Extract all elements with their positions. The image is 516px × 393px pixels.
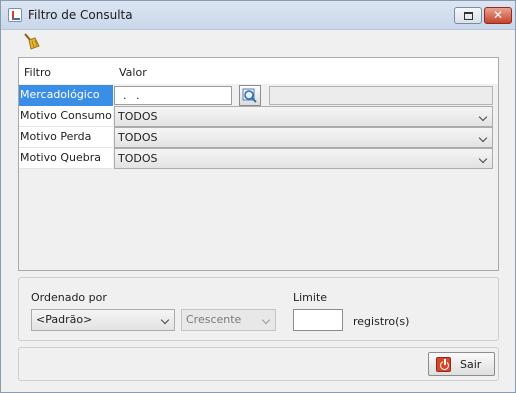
column-header-valor[interactable]: Valor (114, 58, 498, 84)
order-by-value: <Padrão> (36, 313, 93, 326)
exit-button[interactable]: Sair (428, 352, 495, 376)
motivo-quebra-select[interactable]: TODOS (114, 148, 493, 169)
footer-panel: Sair (18, 347, 499, 381)
chevron-down-icon (478, 112, 488, 122)
motivo-quebra-value: TODOS (118, 152, 158, 165)
column-header-filtro[interactable]: Filtro (19, 58, 113, 84)
limit-input[interactable] (293, 309, 343, 331)
chevron-down-icon (160, 315, 170, 325)
filter-dialog: Filtro de Consulta ✕ Filtro Valor Mercad… (0, 0, 516, 393)
restore-icon (464, 12, 473, 20)
power-icon (436, 357, 451, 372)
chevron-down-icon (261, 315, 271, 325)
magnifier-icon (242, 88, 257, 103)
order-by-select[interactable]: <Padrão> (31, 309, 175, 331)
ordering-panel: Ordenado por Limite <Padrão> Crescente r… (18, 277, 499, 341)
filter-label-motivo-consumo[interactable]: Motivo Consumo (19, 106, 113, 127)
row-divider (19, 168, 113, 169)
filter-label-motivo-perda[interactable]: Motivo Perda (19, 127, 113, 148)
filter-label-mercadologico[interactable]: Mercadológico (19, 85, 113, 106)
chevron-down-icon (478, 133, 488, 143)
broom-icon (24, 33, 40, 50)
sort-direction-select[interactable]: Crescente (181, 309, 276, 331)
java-app-icon (8, 8, 22, 22)
grid-header: Filtro Valor (19, 58, 498, 84)
motivo-consumo-value: TODOS (118, 110, 158, 123)
motivo-perda-value: TODOS (118, 131, 158, 144)
clear-filters-button[interactable] (21, 32, 41, 52)
motivo-perda-select[interactable]: TODOS (114, 127, 493, 148)
chevron-down-icon (478, 154, 488, 164)
motivo-consumo-select[interactable]: TODOS (114, 106, 493, 127)
restore-button[interactable] (454, 7, 482, 24)
filter-grid: Filtro Valor Mercadológico . . Motivo Co… (18, 57, 499, 271)
title-bar[interactable]: Filtro de Consulta ✕ (1, 1, 515, 30)
mercadologico-code-input[interactable]: . . (114, 86, 232, 105)
close-icon: ✕ (492, 8, 504, 22)
window-title: Filtro de Consulta (28, 8, 133, 22)
mercadologico-description-field (269, 86, 493, 105)
grid-row-motivo-quebra: Motivo Quebra TODOS (19, 148, 498, 169)
close-button[interactable]: ✕ (484, 7, 512, 24)
records-unit-label: registro(s) (353, 315, 410, 328)
filter-label-motivo-quebra[interactable]: Motivo Quebra (19, 148, 113, 169)
sort-direction-value: Crescente (186, 313, 242, 326)
mercadologico-search-button[interactable] (239, 85, 261, 106)
limit-label: Limite (293, 291, 328, 304)
exit-button-label: Sair (460, 358, 482, 371)
grid-row-motivo-consumo: Motivo Consumo TODOS (19, 106, 498, 127)
grid-row-motivo-perda: Motivo Perda TODOS (19, 127, 498, 148)
grid-row-mercadologico: Mercadológico . . (19, 85, 498, 106)
order-by-label: Ordenado por (31, 291, 107, 304)
